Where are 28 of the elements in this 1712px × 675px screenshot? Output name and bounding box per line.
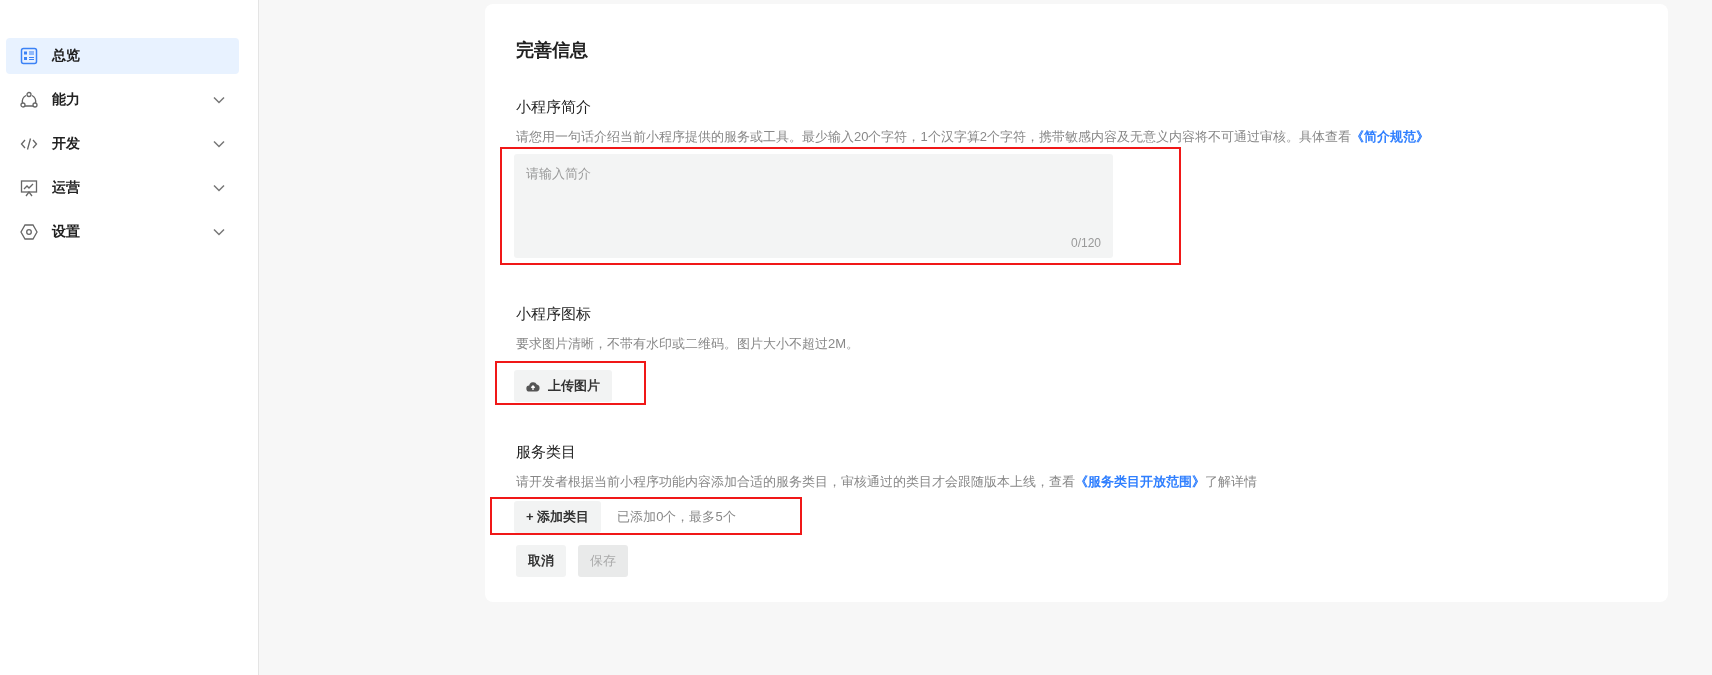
cancel-button[interactable]: 取消 [516,545,566,577]
field-hint: 要求图片清晰，不带有水印或二维码。图片大小不超过2M。 [516,335,860,353]
network-icon [20,91,38,109]
sidebar-item[interactable]: 开发 [6,126,239,162]
category-count: 已添加0个，最多5个 [617,508,736,526]
rule-link[interactable]: 《简介规范》 [1350,129,1429,144]
field-label: 小程序图标 [516,305,591,324]
char-counter: 0/120 [1070,236,1101,250]
settings-icon [20,223,38,241]
chevron-down-icon [213,228,225,236]
chevron-down-icon [213,184,225,192]
cloud-upload-icon [526,380,540,392]
field-label: 小程序简介 [516,98,591,117]
list-icon [20,47,38,65]
card-title: 完善信息 [516,39,589,62]
chart-board-icon [20,179,38,197]
sidebar-item[interactable]: 设置 [6,214,239,250]
add-category-button[interactable]: + 添加类目 [514,501,602,533]
sidebar-item[interactable]: 总览 [6,38,239,74]
upload-button[interactable]: 上传图片 [514,370,612,402]
rule-link[interactable]: 《服务类目开放范围》 [1075,474,1205,489]
sidebar-item[interactable]: 运营 [6,170,239,206]
field-hint: 请开发者根据当前小程序功能内容添加合适的服务类目，审核通过的类目才会跟随版本上线，查看《服务类目开放范围》了解详情 [516,473,1257,491]
chevron-down-icon [213,96,225,104]
field-label: 服务类目 [516,443,576,462]
field-hint: 请您用一句话介绍当前小程序提供的服务或工具。最少输入20个字符，1个汉字算2个字符，携带敏感内容及无意义内容将不可通过审核。具体查看《简介规范》 [516,128,1429,146]
sidebar-item[interactable]: 能力 [6,82,239,118]
chevron-down-icon [213,140,225,148]
